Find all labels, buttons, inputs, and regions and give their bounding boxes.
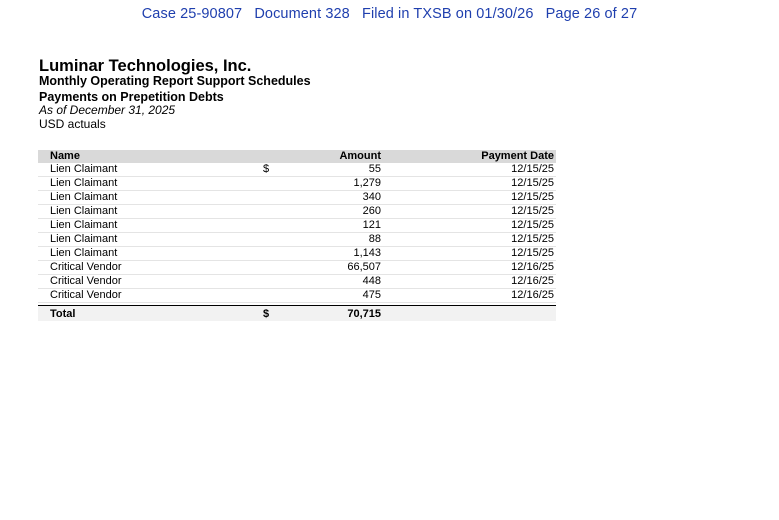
currency-symbol: $: [263, 163, 303, 177]
column-header-amount: Amount: [303, 150, 383, 163]
payment-amount: 88: [303, 232, 383, 247]
currency-symbol: [263, 176, 303, 191]
currency-symbol: [263, 274, 303, 289]
currency-symbol: [263, 288, 303, 303]
payment-date: 12/15/25: [393, 204, 556, 219]
payment-amount: 55: [303, 163, 383, 177]
payee-name: Critical Vendor: [38, 288, 263, 303]
as-of-date: As of December 31, 2025: [39, 103, 176, 117]
filing-info: Filed in TXSB on 01/30/26: [362, 6, 534, 22]
payment-date: 12/15/25: [393, 163, 556, 177]
total-label: Total: [38, 305, 263, 321]
table-body: Lien Claimant $55 12/15/25 Lien Claimant 1,2…: [38, 163, 556, 321]
column-header-payment-date: Payment Date: [393, 150, 556, 163]
payment-amount: 448: [303, 274, 383, 289]
table-row: Lien Claimant 121 12/15/25: [38, 218, 556, 233]
payment-date: 12/15/25: [393, 218, 556, 233]
payee-name: Lien Claimant: [38, 218, 263, 233]
payment-date: 12/16/25: [393, 260, 556, 275]
page-number: Page 26 of 27: [545, 6, 638, 22]
currency-symbol: [263, 232, 303, 247]
currency-symbol: [263, 260, 303, 275]
payment-amount: 475: [303, 288, 383, 303]
currency-symbol: [263, 218, 303, 233]
payee-name: Lien Claimant: [38, 232, 263, 247]
payee-name: Lien Claimant: [38, 176, 263, 191]
payments-table: Name Amount Payment Date Lien Claimant $5…: [38, 150, 556, 321]
schedule-title: Payments on Prepetition Debts: [39, 90, 224, 104]
payment-amount: 121: [303, 218, 383, 233]
table-row: Lien Claimant 340 12/15/25: [38, 190, 556, 205]
column-header-name: Name: [38, 150, 263, 163]
table-row: Lien Claimant $55 12/15/25: [38, 163, 556, 177]
payee-name: Lien Claimant: [38, 163, 263, 177]
payment-date: 12/15/25: [393, 246, 556, 261]
currency-symbol: [263, 190, 303, 205]
case-number: Case 25-90807: [141, 6, 243, 22]
court-filing-header: Case 25-90807 Document 328 Filed in TXSB…: [0, 6, 779, 22]
total-currency-symbol: $: [263, 305, 303, 321]
payee-name: Lien Claimant: [38, 204, 263, 219]
payment-date: 12/16/25: [393, 274, 556, 289]
payee-name: Critical Vendor: [38, 274, 263, 289]
report-title: Monthly Operating Report Support Schedul…: [39, 74, 311, 88]
payment-amount: 1,279: [303, 176, 383, 191]
payment-amount: 340: [303, 190, 383, 205]
payee-name: Critical Vendor: [38, 260, 263, 275]
table-row: Critical Vendor 475 12/16/25: [38, 288, 556, 303]
table-row: Lien Claimant 260 12/15/25: [38, 204, 556, 219]
payment-amount: 1,143: [303, 246, 383, 261]
currency-note: USD actuals: [39, 117, 106, 131]
table-row: Lien Claimant 88 12/15/25: [38, 232, 556, 247]
total-row: Total $70,715: [38, 305, 556, 321]
payment-amount: 66,507: [303, 260, 383, 275]
table-row: Lien Claimant 1,279 12/15/25: [38, 176, 556, 191]
payment-date: 12/15/25: [393, 232, 556, 247]
table-row: Lien Claimant 1,143 12/15/25: [38, 246, 556, 261]
table-row: Critical Vendor 66,507 12/16/25: [38, 260, 556, 275]
payee-name: Lien Claimant: [38, 246, 263, 261]
payment-amount: 260: [303, 204, 383, 219]
table-row: Critical Vendor 448 12/16/25: [38, 274, 556, 289]
total-amount: 70,715: [303, 305, 383, 321]
payment-date: 12/16/25: [393, 288, 556, 303]
table-header-row: Name Amount Payment Date: [38, 150, 556, 163]
currency-symbol: [263, 246, 303, 261]
currency-symbol: [263, 204, 303, 219]
document-number: Document 328: [254, 6, 350, 22]
payment-date: 12/15/25: [393, 176, 556, 191]
payee-name: Lien Claimant: [38, 190, 263, 205]
payment-date: 12/15/25: [393, 190, 556, 205]
